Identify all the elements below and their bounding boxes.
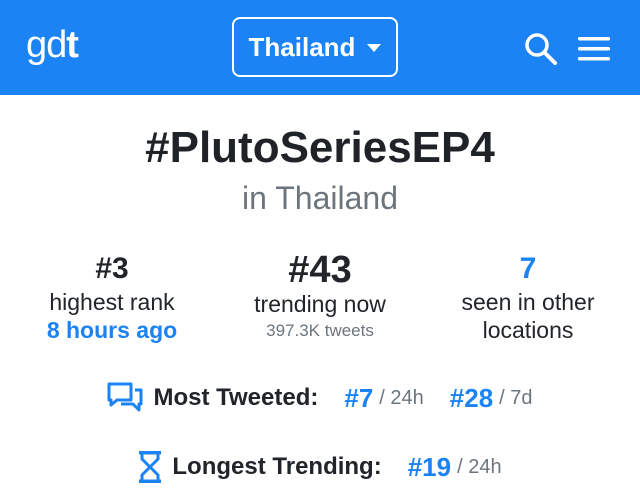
- logo[interactable]: gdt: [26, 22, 79, 68]
- hashtag-location: in Thailand: [242, 180, 398, 216]
- longest-trending-row: Longest Trending: #19 / 24h: [0, 447, 640, 487]
- hourglass-icon: [139, 451, 162, 483]
- most-tweeted-7d-period: / 7d: [499, 386, 533, 409]
- chat-bubbles-icon: [107, 382, 143, 412]
- highest-rank-label: highest rank: [49, 289, 175, 315]
- most-tweeted-7d-rank[interactable]: #28: [450, 383, 493, 414]
- trending-now-value: #43: [288, 249, 352, 291]
- tweet-count: 397.3K tweets: [266, 321, 374, 340]
- longest-trending-24h-period: / 24h: [457, 455, 502, 478]
- trending-now-label: trending now: [254, 291, 386, 317]
- top-navbar: gdt Thailand: [0, 0, 640, 95]
- stat-highest-rank: #3 highest rank 8 hours ago: [12, 250, 212, 344]
- country-select-label: Thailand: [248, 31, 356, 62]
- hashtag-title: #PlutoSeriesEP4: [145, 123, 495, 172]
- search-icon: [525, 33, 557, 65]
- menu-icon: [578, 37, 610, 61]
- longest-trending-24h-rank[interactable]: #19: [408, 452, 451, 483]
- longest-trending-label: Longest Trending:: [172, 453, 382, 480]
- most-tweeted-label: Most Tweeted:: [153, 384, 319, 411]
- other-locations-label-2: locations: [482, 317, 574, 343]
- other-locations-label-1: seen in other: [461, 289, 595, 315]
- search-button[interactable]: [524, 32, 558, 66]
- logo-prefix: gd: [26, 24, 67, 66]
- most-tweeted-24h-rank[interactable]: #7: [344, 383, 373, 414]
- highest-rank-value: #3: [95, 252, 129, 285]
- highest-rank-time-link[interactable]: 8 hours ago: [12, 316, 212, 344]
- most-tweeted-24h-period: / 24h: [379, 386, 424, 409]
- logo-suffix: t: [66, 24, 79, 66]
- other-locations-count[interactable]: 7: [428, 250, 628, 288]
- chevron-down-icon: [367, 44, 382, 52]
- stat-other-locations[interactable]: 7 seen in other locations: [428, 250, 628, 344]
- most-tweeted-row: Most Tweeted: #7 / 24h #28 / 7d: [0, 378, 640, 418]
- country-select-button[interactable]: Thailand: [232, 17, 398, 77]
- menu-button[interactable]: [578, 36, 610, 62]
- stat-trending-now: #43 trending now 397.3K tweets: [220, 250, 420, 344]
